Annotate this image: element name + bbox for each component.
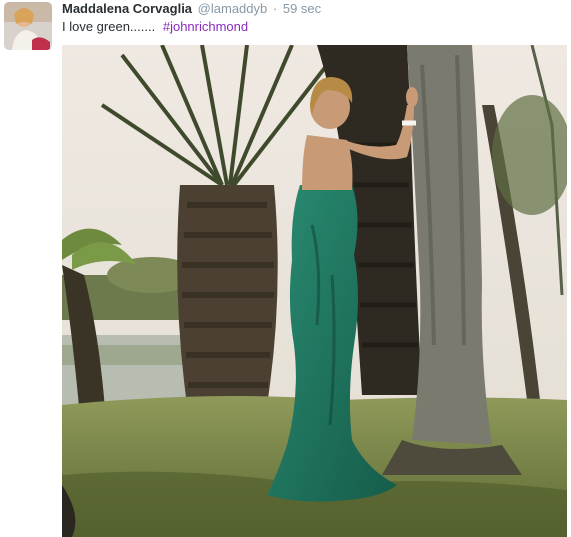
author-name[interactable]: Maddalena Corvaglia	[62, 1, 192, 16]
tweet-text-body: I love green.......	[62, 19, 156, 34]
tweet-header: Maddalena Corvaglia @lamaddyb · 59 sec	[62, 0, 321, 18]
author-handle[interactable]: @lamaddyb	[198, 1, 268, 16]
hashtag-link[interactable]: #johnrichmond	[163, 19, 248, 34]
timestamp[interactable]: 59 sec	[283, 1, 321, 16]
tweet-text: I love green....... #johnrichmond	[62, 18, 248, 36]
separator-dot: ·	[272, 1, 278, 16]
tweet: Maddalena Corvaglia @lamaddyb · 59 sec I…	[0, 0, 571, 537]
tweet-photo[interactable]	[62, 45, 567, 537]
avatar[interactable]	[4, 2, 52, 50]
